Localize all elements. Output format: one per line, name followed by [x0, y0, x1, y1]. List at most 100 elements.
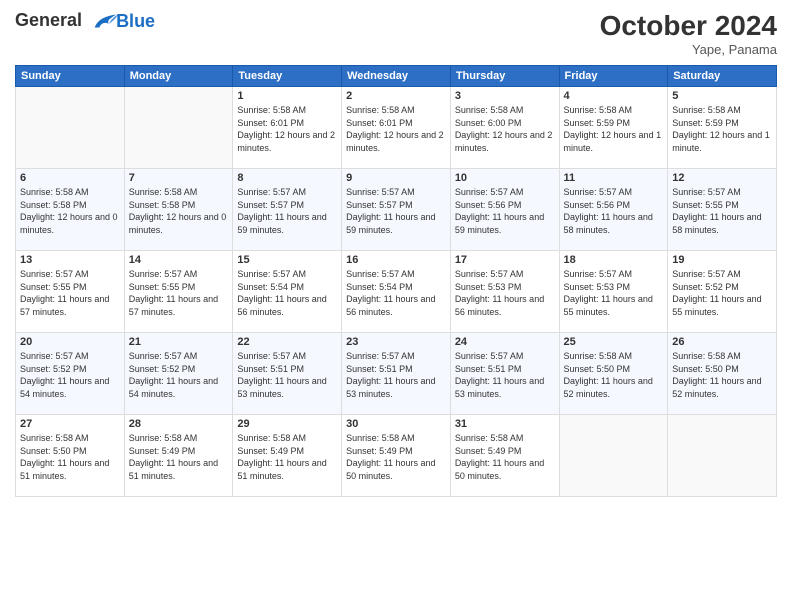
calendar-cell: 15 Sunrise: 5:57 AMSunset: 5:54 PMDayligh… — [233, 251, 342, 333]
day-number: 7 — [129, 172, 229, 184]
day-info: Sunrise: 5:57 AMSunset: 5:52 PMDaylight:… — [20, 350, 120, 400]
col-sunday: Sunday — [16, 66, 125, 87]
day-info: Sunrise: 5:58 AMSunset: 5:50 PMDaylight:… — [20, 432, 120, 482]
day-info: Sunrise: 5:57 AMSunset: 5:54 PMDaylight:… — [346, 268, 446, 318]
day-info: Sunrise: 5:58 AMSunset: 5:59 PMDaylight:… — [564, 104, 664, 154]
calendar-week-row: 13 Sunrise: 5:57 AMSunset: 5:55 PMDayligh… — [16, 251, 777, 333]
day-number: 26 — [672, 336, 772, 348]
calendar-cell: 26 Sunrise: 5:58 AMSunset: 5:50 PMDayligh… — [668, 333, 777, 415]
calendar-cell: 20 Sunrise: 5:57 AMSunset: 5:52 PMDayligh… — [16, 333, 125, 415]
calendar-cell — [16, 87, 125, 169]
col-thursday: Thursday — [450, 66, 559, 87]
day-info: Sunrise: 5:57 AMSunset: 5:55 PMDaylight:… — [20, 268, 120, 318]
calendar-cell: 30Sunrise: 5:58 AMSunset: 5:49 PMDayligh… — [342, 415, 451, 497]
calendar-week-row: 27 Sunrise: 5:58 AMSunset: 5:50 PMDayligh… — [16, 415, 777, 497]
day-number: 11 — [564, 172, 664, 184]
calendar-cell: 2 Sunrise: 5:58 AMSunset: 6:01 PMDaylight… — [342, 87, 451, 169]
calendar-cell: 18 Sunrise: 5:57 AMSunset: 5:53 PMDayligh… — [559, 251, 668, 333]
day-info: Sunrise: 5:58 AMSunset: 5:58 PMDaylight:… — [20, 186, 120, 236]
calendar-cell — [668, 415, 777, 497]
calendar-week-row: 1Sunrise: 5:58 AMSunset: 6:01 PMDaylight… — [16, 87, 777, 169]
calendar-cell: 23Sunrise: 5:57 AMSunset: 5:51 PMDayligh… — [342, 333, 451, 415]
day-info: Sunrise: 5:57 AMSunset: 5:57 PMDaylight:… — [346, 186, 446, 236]
day-number: 18 — [564, 254, 664, 266]
day-info: Sunrise: 5:57 AMSunset: 5:55 PMDaylight:… — [129, 268, 229, 318]
day-number: 19 — [672, 254, 772, 266]
day-info: Sunrise: 5:57 AMSunset: 5:52 PMDaylight:… — [129, 350, 229, 400]
day-info: Sunrise: 5:58 AMSunset: 6:01 PMDaylight:… — [346, 104, 446, 154]
calendar-cell: 8 Sunrise: 5:57 AMSunset: 5:57 PMDaylight… — [233, 169, 342, 251]
day-info: Sunrise: 5:57 AMSunset: 5:56 PMDaylight:… — [564, 186, 664, 236]
calendar-cell: 22 Sunrise: 5:57 AMSunset: 5:51 PMDayligh… — [233, 333, 342, 415]
day-number: 12 — [672, 172, 772, 184]
logo: General Blue — [15, 10, 155, 32]
day-number: 16 — [346, 254, 446, 266]
day-info: Sunrise: 5:57 AMSunset: 5:56 PMDaylight:… — [455, 186, 555, 236]
day-number: 5 — [672, 90, 772, 102]
title-area: October 2024 Yape, Panama — [600, 10, 777, 57]
day-number: 20 — [20, 336, 120, 348]
calendar-cell: 28Sunrise: 5:58 AMSunset: 5:49 PMDayligh… — [124, 415, 233, 497]
calendar-week-row: 6 Sunrise: 5:58 AMSunset: 5:58 PMDaylight… — [16, 169, 777, 251]
logo-text-blue: Blue — [116, 11, 155, 32]
calendar-week-row: 20 Sunrise: 5:57 AMSunset: 5:52 PMDayligh… — [16, 333, 777, 415]
day-info: Sunrise: 5:57 AMSunset: 5:53 PMDaylight:… — [455, 268, 555, 318]
col-monday: Monday — [124, 66, 233, 87]
calendar-cell: 11 Sunrise: 5:57 AMSunset: 5:56 PMDayligh… — [559, 169, 668, 251]
day-number: 15 — [237, 254, 337, 266]
day-info: Sunrise: 5:58 AMSunset: 5:49 PMDaylight:… — [237, 432, 337, 482]
day-number: 6 — [20, 172, 120, 184]
calendar-cell: 27 Sunrise: 5:58 AMSunset: 5:50 PMDayligh… — [16, 415, 125, 497]
calendar-cell: 6 Sunrise: 5:58 AMSunset: 5:58 PMDaylight… — [16, 169, 125, 251]
calendar-cell: 25 Sunrise: 5:58 AMSunset: 5:50 PMDayligh… — [559, 333, 668, 415]
day-number: 23 — [346, 336, 446, 348]
day-number: 3 — [455, 90, 555, 102]
calendar-cell: 17Sunrise: 5:57 AMSunset: 5:53 PMDayligh… — [450, 251, 559, 333]
day-number: 9 — [346, 172, 446, 184]
calendar-cell: 9 Sunrise: 5:57 AMSunset: 5:57 PMDaylight… — [342, 169, 451, 251]
day-info: Sunrise: 5:58 AMSunset: 5:58 PMDaylight:… — [129, 186, 229, 236]
day-info: Sunrise: 5:57 AMSunset: 5:55 PMDaylight:… — [672, 186, 772, 236]
calendar-cell: 7 Sunrise: 5:58 AMSunset: 5:58 PMDaylight… — [124, 169, 233, 251]
calendar-cell: 4Sunrise: 5:58 AMSunset: 5:59 PMDaylight… — [559, 87, 668, 169]
day-number: 10 — [455, 172, 555, 184]
day-info: Sunrise: 5:57 AMSunset: 5:51 PMDaylight:… — [455, 350, 555, 400]
day-number: 29 — [237, 418, 337, 430]
day-info: Sunrise: 5:58 AMSunset: 6:00 PMDaylight:… — [455, 104, 555, 154]
col-friday: Friday — [559, 66, 668, 87]
day-number: 31 — [455, 418, 555, 430]
calendar-cell: 31 Sunrise: 5:58 AMSunset: 5:49 PMDayligh… — [450, 415, 559, 497]
day-number: 30 — [346, 418, 446, 430]
day-info: Sunrise: 5:57 AMSunset: 5:51 PMDaylight:… — [237, 350, 337, 400]
calendar-cell: 13 Sunrise: 5:57 AMSunset: 5:55 PMDayligh… — [16, 251, 125, 333]
day-number: 2 — [346, 90, 446, 102]
day-number: 8 — [237, 172, 337, 184]
day-number: 22 — [237, 336, 337, 348]
col-wednesday: Wednesday — [342, 66, 451, 87]
calendar-cell: 1Sunrise: 5:58 AMSunset: 6:01 PMDaylight… — [233, 87, 342, 169]
logo-text-general: General — [15, 10, 82, 30]
month-title: October 2024 — [600, 10, 777, 42]
day-info: Sunrise: 5:57 AMSunset: 5:53 PMDaylight:… — [564, 268, 664, 318]
day-info: Sunrise: 5:57 AMSunset: 5:54 PMDaylight:… — [237, 268, 337, 318]
calendar-cell: 19Sunrise: 5:57 AMSunset: 5:52 PMDayligh… — [668, 251, 777, 333]
page-header: General Blue October 2024 Yape, Panama — [15, 10, 777, 57]
day-info: Sunrise: 5:58 AMSunset: 5:49 PMDaylight:… — [455, 432, 555, 482]
calendar-cell: 21Sunrise: 5:57 AMSunset: 5:52 PMDayligh… — [124, 333, 233, 415]
calendar-cell: 24 Sunrise: 5:57 AMSunset: 5:51 PMDayligh… — [450, 333, 559, 415]
day-number: 27 — [20, 418, 120, 430]
calendar-cell: 5Sunrise: 5:58 AMSunset: 5:59 PMDaylight… — [668, 87, 777, 169]
day-number: 24 — [455, 336, 555, 348]
day-info: Sunrise: 5:58 AMSunset: 5:50 PMDaylight:… — [564, 350, 664, 400]
day-info: Sunrise: 5:57 AMSunset: 5:57 PMDaylight:… — [237, 186, 337, 236]
day-number: 28 — [129, 418, 229, 430]
day-number: 25 — [564, 336, 664, 348]
location-subtitle: Yape, Panama — [600, 42, 777, 57]
day-info: Sunrise: 5:58 AMSunset: 5:50 PMDaylight:… — [672, 350, 772, 400]
day-number: 13 — [20, 254, 120, 266]
calendar-cell: 14Sunrise: 5:57 AMSunset: 5:55 PMDayligh… — [124, 251, 233, 333]
calendar-cell: 29 Sunrise: 5:58 AMSunset: 5:49 PMDayligh… — [233, 415, 342, 497]
calendar-cell — [124, 87, 233, 169]
calendar-cell: 3 Sunrise: 5:58 AMSunset: 6:00 PMDaylight… — [450, 87, 559, 169]
col-saturday: Saturday — [668, 66, 777, 87]
